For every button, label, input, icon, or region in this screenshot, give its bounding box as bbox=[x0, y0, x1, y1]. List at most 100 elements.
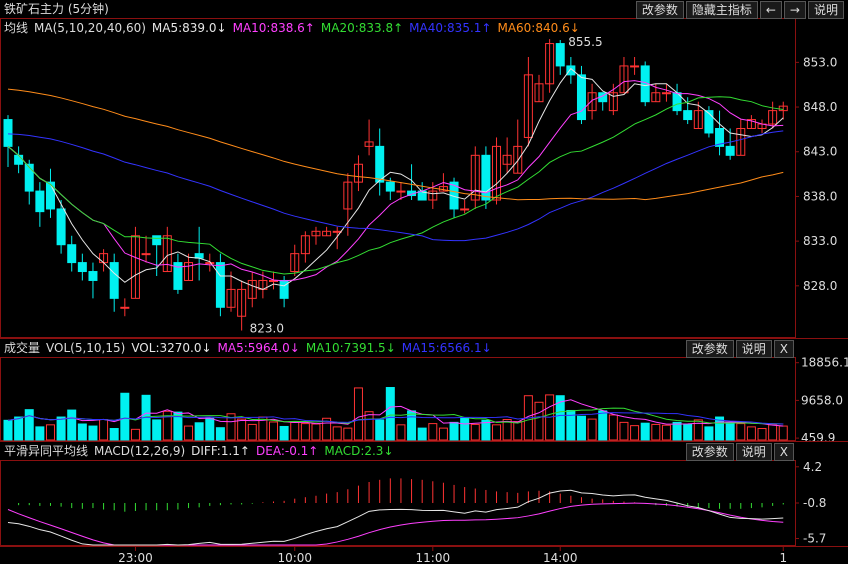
y-tick-label: 828.0 bbox=[803, 279, 837, 293]
volume-bar bbox=[88, 425, 98, 441]
volume-bar bbox=[237, 418, 247, 441]
volume-bar bbox=[205, 417, 215, 441]
candle bbox=[396, 190, 406, 193]
arrow-left-icon[interactable]: ← bbox=[759, 1, 782, 19]
candle bbox=[215, 262, 225, 308]
ma60-line bbox=[7, 88, 784, 201]
candle bbox=[152, 235, 162, 246]
volume-bar bbox=[353, 387, 363, 441]
volume-bar bbox=[768, 424, 778, 441]
arrow-right-icon[interactable]: → bbox=[783, 1, 806, 19]
candle bbox=[683, 110, 693, 121]
vol-ma5-legend: MA5:5964.0↓ bbox=[217, 341, 300, 355]
vol-change-params-button[interactable]: 改参数 bbox=[685, 340, 734, 358]
candle bbox=[630, 65, 640, 68]
ma5-legend: MA5:839.0↓ bbox=[151, 21, 227, 35]
volume-bar bbox=[492, 424, 502, 441]
volume-bar bbox=[56, 416, 66, 441]
x-tick-label: 11:00 bbox=[416, 551, 451, 564]
candle bbox=[24, 163, 34, 192]
volume-bar bbox=[407, 410, 417, 441]
candle bbox=[375, 145, 385, 183]
ma-layer bbox=[7, 67, 784, 290]
candle-layer: 855.5 823.0 bbox=[3, 35, 788, 336]
volume-bar bbox=[3, 419, 13, 441]
candle bbox=[576, 74, 586, 121]
volume-bar bbox=[67, 409, 77, 441]
vol-legend-params: VOL(5,10,15) bbox=[46, 341, 126, 355]
ma-legend-label: 均线 bbox=[4, 21, 29, 35]
vol-y-tick-label: 18856.1 bbox=[801, 356, 848, 370]
vol-close-button[interactable]: X bbox=[773, 340, 794, 358]
volume-bar bbox=[35, 426, 45, 441]
ma5-line bbox=[7, 67, 784, 290]
low-price-label: 823.0 bbox=[250, 322, 284, 336]
ma10-line bbox=[7, 80, 784, 282]
volume-bar bbox=[598, 410, 608, 441]
ma-legend-params: MA(5,10,20,40,60) bbox=[34, 21, 146, 35]
candle bbox=[555, 43, 565, 67]
volume-bar bbox=[45, 424, 55, 441]
volume-bar bbox=[619, 421, 629, 441]
axis-layer: 828.0 833.0 838.0 843.0 848.0 853.0 459.9 9658.… bbox=[118, 55, 848, 564]
volume-bar bbox=[587, 418, 597, 441]
change-params-button[interactable]: 改参数 bbox=[635, 1, 684, 19]
candle bbox=[725, 145, 735, 156]
volume-bar bbox=[247, 423, 257, 441]
y-tick-label: 853.0 bbox=[803, 55, 837, 69]
macd-close-button[interactable]: X bbox=[773, 443, 794, 461]
candle bbox=[109, 262, 119, 299]
chart-title: 铁矿石主力 (5分钟) bbox=[4, 2, 109, 16]
candle bbox=[141, 253, 151, 256]
volume-bar bbox=[311, 423, 321, 441]
vol-help-button[interactable]: 说明 bbox=[735, 340, 772, 358]
volume-bar bbox=[449, 421, 459, 441]
macd-value-legend: MACD:2.3↓ bbox=[324, 444, 394, 458]
volume-bar bbox=[290, 421, 300, 441]
y-tick-label: 843.0 bbox=[803, 145, 837, 159]
volume-layer bbox=[3, 387, 788, 441]
candle bbox=[45, 181, 55, 210]
volume-bar bbox=[152, 419, 162, 441]
volume-bar bbox=[417, 427, 427, 441]
candle bbox=[56, 208, 66, 246]
volume-bar bbox=[513, 421, 523, 441]
candle bbox=[120, 306, 130, 309]
volume-bar bbox=[683, 423, 693, 441]
vol-legend: 成交量 VOL(5,10,15) VOL:3270.0↓ MA5:5964.0↓ MA1… bbox=[4, 339, 794, 358]
volume-bar bbox=[438, 427, 448, 441]
candle bbox=[67, 244, 77, 264]
volume-bar bbox=[757, 428, 767, 441]
x-tick-label: 1 bbox=[779, 551, 787, 564]
volume-bar bbox=[608, 414, 618, 441]
vol-legend-label: 成交量 bbox=[4, 341, 41, 355]
volume-bar bbox=[746, 426, 756, 441]
macd-legend-params: MACD(12,26,9) bbox=[94, 444, 186, 458]
volume-bar bbox=[534, 401, 544, 441]
y-tick-label: 833.0 bbox=[803, 234, 837, 248]
macd-help-button[interactable]: 说明 bbox=[735, 443, 772, 461]
volume-bar bbox=[704, 426, 714, 441]
hide-main-indicator-button[interactable]: 隐藏主指标 bbox=[685, 1, 758, 19]
help-button[interactable]: 说明 bbox=[807, 1, 844, 19]
volume-bar bbox=[364, 411, 374, 441]
candle bbox=[77, 262, 87, 273]
macd-change-params-button[interactable]: 改参数 bbox=[685, 443, 734, 461]
ma20-line bbox=[7, 96, 784, 275]
volume-bar bbox=[576, 415, 586, 441]
price-panel-frame bbox=[0, 18, 796, 338]
x-tick-label: 14:00 bbox=[543, 551, 578, 564]
vol-ma10-legend: MA10:7391.5↓ bbox=[305, 341, 396, 355]
macd-legend: 平滑异同平均线 MACD(12,26,9) DIFF:1.1↑ DEA:-0.1↑ MA… bbox=[4, 442, 794, 461]
ma10-legend: MA10:838.6↑ bbox=[232, 21, 315, 35]
grid-layer bbox=[0, 18, 848, 547]
vol-y-tick-label: 9658.0 bbox=[801, 393, 843, 407]
volume-bar bbox=[130, 428, 140, 441]
volume-bar bbox=[215, 427, 225, 441]
volume-bar bbox=[672, 421, 682, 441]
vol-y-tick-label: 459.9 bbox=[801, 431, 835, 445]
macd-y-tick-label: -0.8 bbox=[803, 496, 826, 510]
macd-legend-label: 平滑异同平均线 bbox=[4, 444, 89, 458]
ma40-legend: MA40:835.1↑ bbox=[409, 21, 492, 35]
macd-layer bbox=[7, 478, 784, 546]
